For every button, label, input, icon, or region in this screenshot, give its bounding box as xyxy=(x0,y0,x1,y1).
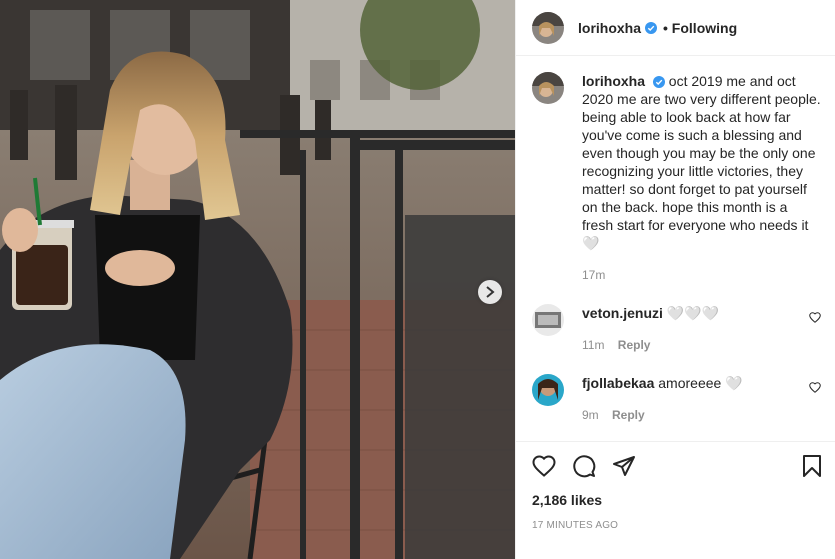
comment-time[interactable]: 9m xyxy=(582,408,599,422)
verified-badge-icon xyxy=(645,21,658,34)
caption-time[interactable]: 17m xyxy=(582,268,605,282)
reply-button[interactable]: Reply xyxy=(612,408,645,422)
comment-time[interactable]: 11m xyxy=(582,338,604,352)
username-link[interactable]: lorihoxha xyxy=(578,20,641,36)
comment-text-block: fjollabekaa amoreeee 🤍 9m Reply xyxy=(582,374,803,424)
instagram-post-view: lorihoxha • Following lorihoxha oct 2019… xyxy=(0,0,835,559)
caption-meta: 17m xyxy=(582,266,821,284)
comment-username[interactable]: veton.jenuzi xyxy=(582,305,663,321)
avatar[interactable] xyxy=(532,374,564,406)
comment-item: veton.jenuzi 🤍🤍🤍 11m Reply xyxy=(532,304,821,354)
heart-icon[interactable] xyxy=(809,380,821,398)
likes-count[interactable]: 2,186 likes xyxy=(532,492,823,508)
caption-item: lorihoxha oct 2019 me and oct 2020 me ar… xyxy=(532,72,821,284)
action-icons xyxy=(532,454,823,478)
comment-text: 🤍🤍🤍 xyxy=(666,305,720,321)
share-icon[interactable] xyxy=(612,454,636,478)
avatar[interactable] xyxy=(532,304,564,336)
next-photo-button[interactable] xyxy=(478,280,502,304)
post-photo-image xyxy=(0,0,515,559)
comment-username[interactable]: fjollabekaa xyxy=(582,375,654,391)
comment-meta: 9m Reply xyxy=(582,406,803,424)
caption-username[interactable]: lorihoxha xyxy=(582,73,645,89)
post-photo[interactable] xyxy=(0,0,515,559)
reply-button[interactable]: Reply xyxy=(618,338,651,352)
heart-icon[interactable] xyxy=(532,455,556,477)
avatar[interactable] xyxy=(532,72,564,104)
following-button[interactable]: • Following xyxy=(663,20,737,36)
bookmark-icon[interactable] xyxy=(801,454,823,478)
avatar[interactable] xyxy=(532,11,564,44)
verified-badge-icon xyxy=(652,76,665,89)
comment-text: amoreeee 🤍 xyxy=(658,375,743,391)
heart-icon[interactable] xyxy=(809,310,821,328)
post-header: lorihoxha • Following xyxy=(516,0,835,56)
caption-text-block: lorihoxha oct 2019 me and oct 2020 me ar… xyxy=(582,72,821,284)
comment-item: fjollabekaa amoreeee 🤍 9m Reply xyxy=(532,374,821,424)
comment-text-block: veton.jenuzi 🤍🤍🤍 11m Reply xyxy=(582,304,803,354)
comment-meta: 11m Reply xyxy=(582,336,803,354)
caption-text: oct 2019 me and oct 2020 me are two very… xyxy=(582,73,821,251)
post-timestamp[interactable]: 17 MINUTES AGO xyxy=(532,520,823,531)
post-details-panel: lorihoxha • Following lorihoxha oct 2019… xyxy=(515,0,835,559)
comment-icon[interactable] xyxy=(572,454,596,478)
chevron-right-icon xyxy=(485,286,495,298)
action-bar: 2,186 likes 17 MINUTES AGO xyxy=(516,441,835,531)
comments-section: lorihoxha oct 2019 me and oct 2020 me ar… xyxy=(532,72,821,424)
